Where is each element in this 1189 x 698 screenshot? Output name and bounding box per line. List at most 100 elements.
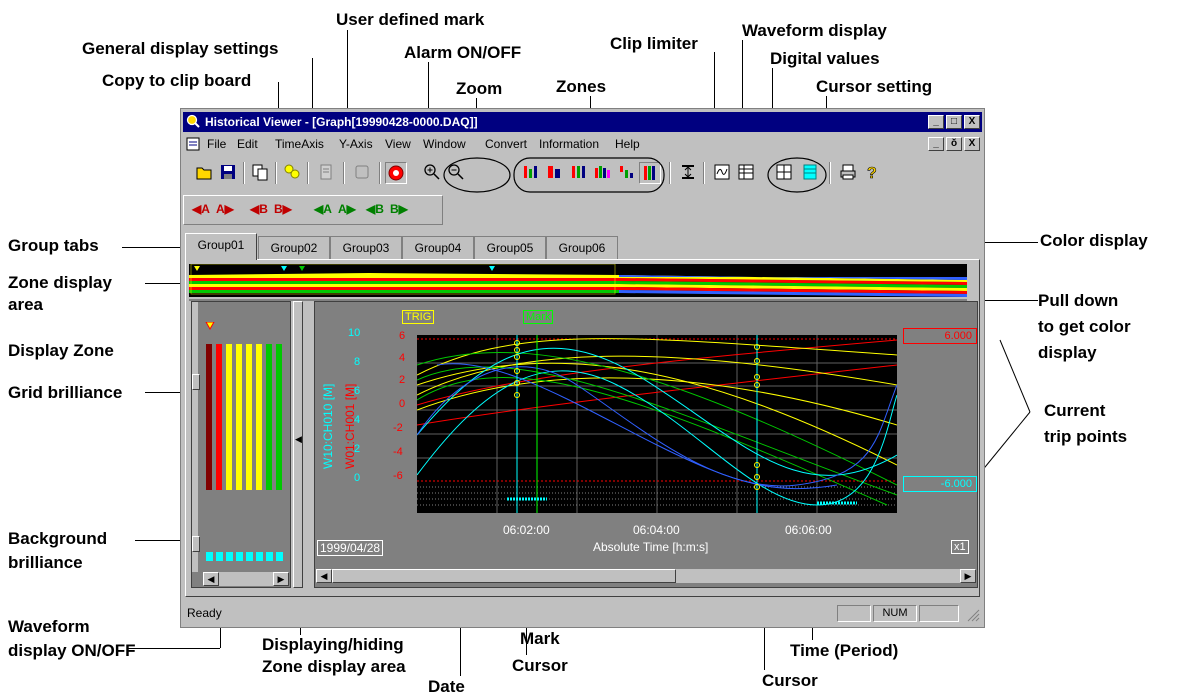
y-tick-cyan: 2 [354,443,361,455]
menu-bar: File Edit TimeAxis Y-Axis View Window Co… [183,134,982,154]
square-icon[interactable] [351,162,373,184]
y-tick-red: 0 [399,398,406,410]
num-lock-indicator: NUM [873,605,917,622]
waveform-display-icon[interactable] [711,162,733,184]
grid-brilliance-slider[interactable] [192,374,200,390]
cursor-move-toolbar: ◀A A▶ ◀B B▶ ◀A A▶ ◀B B▶ [183,195,443,225]
x-tick: 06:02:00 [503,523,550,537]
print-icon[interactable] [837,162,859,184]
collapse-arrow-icon[interactable]: ◀ [295,434,302,445]
open-folder-icon[interactable] [193,162,215,184]
tab-group01[interactable]: Group01 [185,233,257,260]
y-tick-cyan: 6 [354,385,361,397]
alarm-toggle-icon[interactable] [385,162,407,184]
y-axis-label-ch010: W10:CH010 [M] [321,383,335,469]
save-icon[interactable] [217,162,239,184]
cursor-a-right-fast-button[interactable]: A▶ [338,202,356,216]
magnifier-app-icon [186,114,200,128]
document-icon[interactable] [186,137,200,151]
y-tick-red: -6 [393,470,403,482]
y-tick-cyan: 4 [354,414,361,426]
scroll-left-icon[interactable]: ◀ [203,572,219,586]
y-tick-cyan: 0 [354,472,361,484]
cursor-b-left-fast-button[interactable]: ◀B [366,202,384,216]
status-indicator-1 [837,605,871,622]
zone-display-area: ◀ ▶ [191,301,291,588]
y-tick-cyan: 8 [354,356,361,368]
menu-window[interactable]: Window [423,137,466,151]
clip-limiter-icon[interactable] [677,162,699,184]
menu-convert[interactable]: Convert [485,137,527,151]
user-defined-mark-icon[interactable] [315,162,337,184]
tab-group02[interactable]: Group02 [258,236,330,259]
status-text: Ready [187,606,222,620]
menu-timeaxis[interactable]: TimeAxis [275,137,324,151]
digital-values-icon[interactable] [735,162,757,184]
minimize-button[interactable]: _ [928,115,944,129]
trig-mark-label: TRIG [402,310,435,324]
user-mark-label: Mark [523,310,554,324]
time-scroll-right-icon[interactable]: ▶ [960,569,976,583]
zones-group-outline [513,157,665,193]
cursor-a-right-button[interactable]: A▶ [216,202,234,216]
color-display[interactable] [189,263,967,297]
menu-edit[interactable]: Edit [237,137,258,151]
time-scroll-left-icon[interactable]: ◀ [316,569,332,583]
maximize-button[interactable]: □ [946,115,962,129]
x-tick: 06:04:00 [633,523,680,537]
help-icon[interactable]: ? [861,162,883,184]
historical-viewer-window: Historical Viewer - [Graph[19990428-0000… [180,108,985,628]
waveform-plot[interactable] [416,335,898,513]
tab-group03[interactable]: Group03 [330,236,402,259]
cursor-b-right-fast-button[interactable]: B▶ [390,202,408,216]
zone-scrollbar[interactable]: ◀ ▶ [202,571,290,587]
scroll-right-icon[interactable]: ▶ [273,572,289,586]
menu-view[interactable]: View [385,137,411,151]
display-zone-bars [205,322,283,561]
zoom-group-outline [443,157,511,193]
time-scale-button[interactable]: x1 [951,540,969,554]
x-axis-label: Absolute Time [h:m:s] [593,540,709,554]
status-bar: Ready NUM [183,602,982,624]
tab-group05[interactable]: Group05 [474,236,546,259]
status-indicator-3 [919,605,959,622]
date-display: 1999/04/28 [317,540,384,556]
main-toolbar: ? [183,157,982,193]
cursor-a-left-button[interactable]: ◀A [192,202,210,216]
menu-information[interactable]: Information [539,137,599,151]
child-minimize-button[interactable]: _ [928,137,944,151]
time-scroll-thumb[interactable] [332,569,676,583]
y-tick-red: 2 [399,374,406,386]
zone-display-toggle[interactable]: ◀ [293,301,303,588]
cursor-a-left-fast-button[interactable]: ◀A [314,202,332,216]
window-title: Historical Viewer - [Graph[19990428-0000… [205,115,478,129]
title-bar[interactable]: Historical Viewer - [Graph[19990428-0000… [183,112,982,132]
tab-group06[interactable]: Group06 [546,236,618,259]
background-brilliance-slider[interactable] [192,536,200,552]
copy-to-clipboard-icon[interactable] [249,162,271,184]
y-tick-red: 6 [399,330,406,342]
y-tick-red: -2 [393,422,403,434]
brilliance-track [192,302,198,572]
group-tabs: Group01 Group02 Group03 Group04 Group05 … [185,233,980,260]
tab-group04[interactable]: Group04 [402,236,474,259]
cursor-group-outline [767,157,827,193]
child-close-button[interactable]: X [964,137,980,151]
zoom-in-icon[interactable] [421,162,443,184]
trip-point-high[interactable]: 6.000 [903,328,977,344]
menu-file[interactable]: File [207,137,226,151]
x-tick: 06:06:00 [785,523,832,537]
close-button[interactable]: X [964,115,980,129]
svg-text:?: ? [867,165,877,182]
y-tick-cyan: 10 [348,327,361,339]
cursor-b-right-button[interactable]: B▶ [274,202,292,216]
child-restore-button[interactable]: ŏ [946,137,962,151]
trip-point-low[interactable]: -6.000 [903,476,977,492]
cursor-b-left-button[interactable]: ◀B [250,202,268,216]
time-scrollbar[interactable]: ◀ ▶ [315,568,977,584]
y-tick-red: 4 [399,352,406,364]
resize-grip-icon[interactable] [964,606,980,622]
menu-y-axis[interactable]: Y-Axis [339,137,373,151]
menu-help[interactable]: Help [615,137,640,151]
general-display-settings-icon[interactable] [281,162,303,184]
